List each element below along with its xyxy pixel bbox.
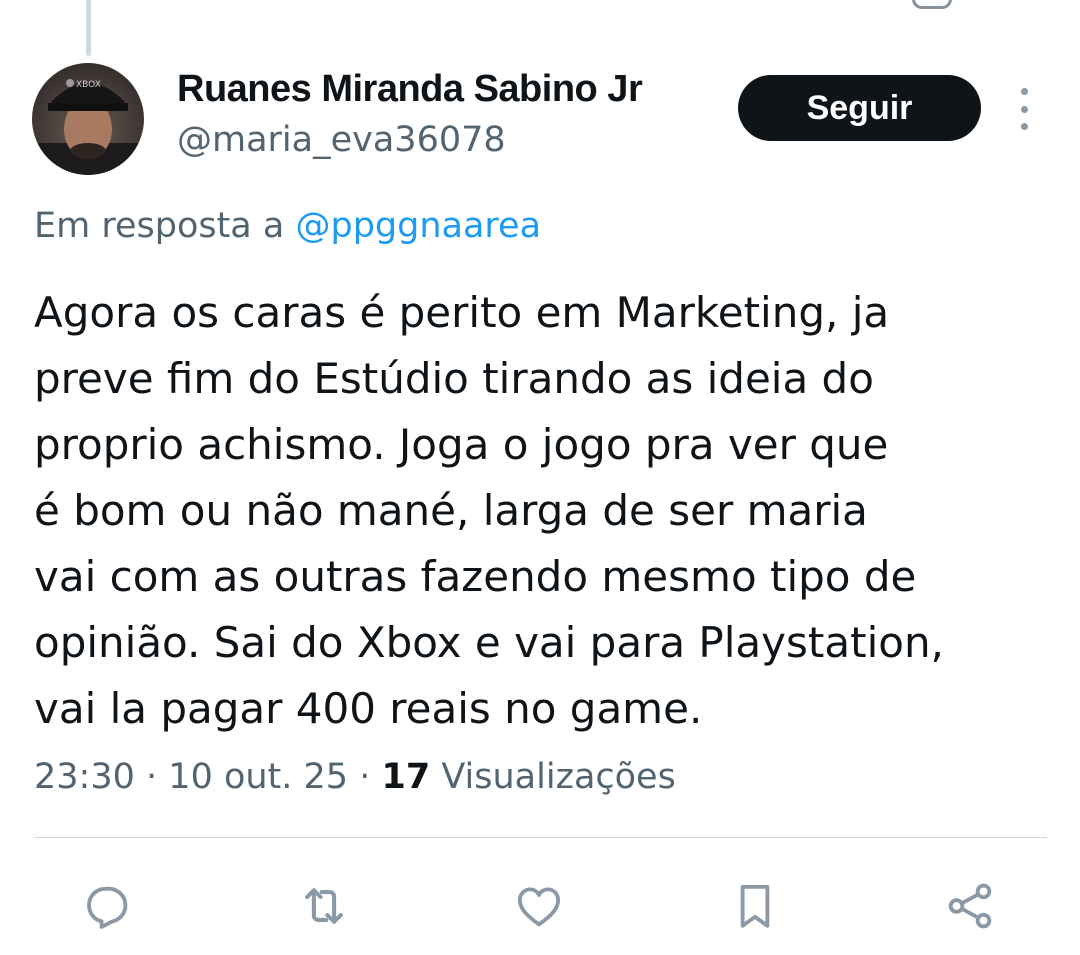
reply-button[interactable] <box>77 876 137 936</box>
bookmark-icon <box>740 884 770 928</box>
divider <box>34 837 1047 838</box>
reply-icon <box>87 886 128 929</box>
more-dot <box>1020 105 1028 113</box>
tweet-text-line: é bom ou não mané, larga de ser maria <box>34 486 868 535</box>
avatar[interactable]: XBOX <box>32 63 144 175</box>
avatar-image: XBOX <box>32 63 144 175</box>
tweet-text: Agora os caras é perito em Marketing, ja… <box>34 280 1044 742</box>
views-label[interactable]: Visualizações <box>441 757 675 797</box>
reply-context: Em resposta a @ppggnaarea <box>34 206 541 246</box>
views-count[interactable]: 17 <box>382 757 431 797</box>
tweet-meta: 23:30 · 10 out. 25 · 17 Visualizações <box>34 757 676 797</box>
more-options-icon[interactable] <box>1010 88 1038 130</box>
more-dot <box>1020 88 1028 95</box>
follow-button[interactable]: Seguir <box>738 75 981 141</box>
meta-separator: · <box>359 757 371 797</box>
tweet-text-line: vai com as outras fazendo mesmo tipo de <box>34 552 917 601</box>
tweet-text-line: proprio achismo. Joga o jogo pra ver que <box>34 420 889 469</box>
tweet-text-line: vai la pagar 400 reais no game. <box>34 684 703 733</box>
tweet-text-line: preve fim do Estúdio tirando as ideia do <box>34 354 874 403</box>
reply-prefix: Em resposta a <box>34 206 285 246</box>
retweet-icon <box>305 888 343 924</box>
thread-connector-line <box>86 0 91 56</box>
share-icon <box>948 883 992 929</box>
reply-mention-link[interactable]: @ppggnaarea <box>295 206 541 246</box>
author-name[interactable]: Ruanes Miranda Sabino Jr <box>177 68 643 111</box>
tweet-date[interactable]: 10 out. 25 <box>168 757 348 797</box>
retweet-button[interactable] <box>294 876 354 936</box>
like-button[interactable] <box>509 876 569 936</box>
tweet-text-line: Agora os caras é perito em Marketing, ja <box>34 288 890 337</box>
tweet-text-line: opinião. Sai do Xbox e vai para Playstat… <box>34 618 944 667</box>
share-button[interactable] <box>940 876 1000 936</box>
bookmark-button[interactable] <box>725 876 785 936</box>
previous-tweet-icon-fragment <box>912 0 952 9</box>
svg-text:XBOX: XBOX <box>76 80 101 90</box>
tweet-time[interactable]: 23:30 <box>34 757 135 797</box>
author-handle[interactable]: @maria_eva36078 <box>177 120 506 160</box>
like-icon <box>517 887 561 927</box>
more-dot <box>1020 123 1028 130</box>
meta-separator: · <box>146 757 158 797</box>
